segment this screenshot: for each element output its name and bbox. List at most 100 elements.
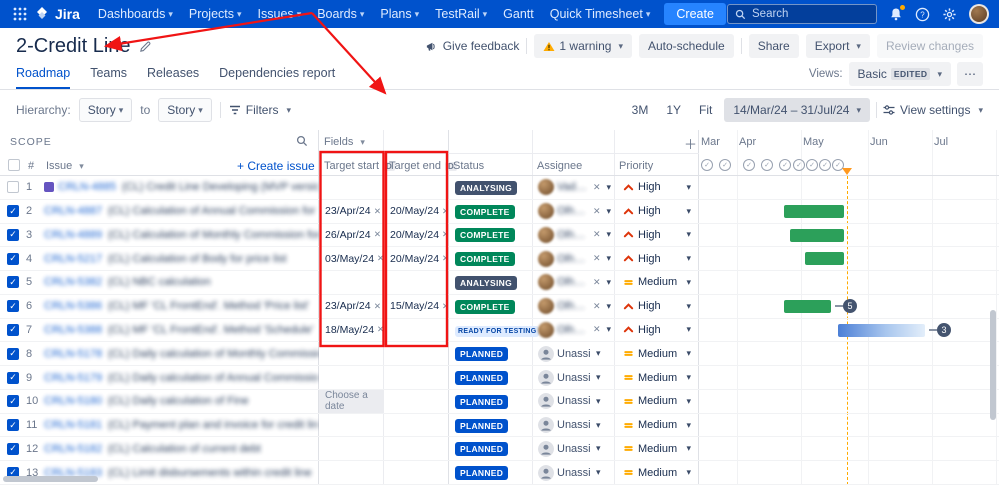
zoom-1y-button[interactable]: 1Y	[660, 99, 687, 121]
row-checkbox[interactable]: ✓	[0, 276, 26, 288]
issue-key[interactable]: CRLN-5178	[44, 348, 108, 360]
date-range-button[interactable]: 14/Mar/24 – 31/Jul/24▾	[724, 98, 870, 122]
clear-assignee-icon[interactable]: ✕	[593, 301, 601, 312]
assignee-cell[interactable]: Unassign…▾	[533, 417, 615, 433]
search-input[interactable]	[752, 8, 862, 20]
assignee-column-header[interactable]: Assignee	[537, 160, 582, 172]
gantt-bar[interactable]	[784, 300, 831, 313]
status-cell[interactable]: PLANNED	[449, 370, 533, 385]
jira-logo[interactable]: Jira	[34, 6, 80, 22]
nav-menu-plans[interactable]: Plans▾	[372, 2, 427, 26]
issue-key[interactable]: CRLN-5179	[44, 372, 108, 384]
sprint-check-icon[interactable]: ✓	[761, 159, 773, 171]
priority-cell[interactable]: Medium▾	[615, 276, 699, 288]
clear-date-icon[interactable]: ✕	[374, 229, 381, 240]
target-start-cell[interactable]: 23/Apr/24✕	[319, 295, 384, 318]
nav-menu-projects[interactable]: Projects▾	[181, 2, 250, 26]
issue-summary[interactable]: (CL) Limit disbursements within credit l…	[108, 467, 319, 479]
add-column-plus-icon[interactable]: ＋	[684, 134, 697, 153]
zoom-3m-button[interactable]: 3M	[626, 99, 655, 121]
nav-menu-gantt[interactable]: Gantt	[495, 2, 542, 26]
status-cell[interactable]: PLANNED	[449, 465, 533, 480]
gantt-bar[interactable]	[784, 205, 844, 218]
row-checkbox[interactable]: ✓	[0, 443, 26, 455]
assignee-cell[interactable]: Unassign…▾	[533, 441, 615, 457]
assignee-cell[interactable]: Olh…✕▾	[533, 298, 615, 314]
issue-key[interactable]: CRLN-5386	[44, 300, 108, 312]
target-end-cell[interactable]	[384, 414, 449, 437]
hierarchy-to-select[interactable]: Story▾	[158, 98, 212, 122]
issue-summary[interactable]: (CL) Calculation of Monthly Commission f…	[108, 229, 319, 241]
issue-key[interactable]: CRLN-5382	[44, 276, 108, 288]
sprint-check-icon[interactable]: ✓	[779, 159, 791, 171]
gantt-bar[interactable]	[805, 252, 844, 265]
clear-assignee-icon[interactable]: ✕	[593, 277, 601, 288]
user-avatar[interactable]	[969, 4, 989, 24]
issue-summary[interactable]: (CL) Calculation of Annual Commission fo…	[108, 205, 319, 217]
status-cell[interactable]: READY FOR TESTING	[449, 322, 533, 337]
target-start-cell[interactable]: 26/Apr/24✕	[319, 224, 384, 247]
sprint-check-icon[interactable]: ✓	[793, 159, 805, 171]
help-icon[interactable]: ?	[915, 7, 930, 22]
target-end-cell[interactable]: 20/May/24✕	[384, 224, 449, 247]
priority-cell[interactable]: Medium▾	[615, 348, 699, 360]
gantt-bar[interactable]	[790, 229, 844, 242]
issue-summary[interactable]: (CL) Payment plan and invoice for credit…	[108, 419, 319, 431]
nav-menu-testrail[interactable]: TestRail▾	[427, 2, 495, 26]
assignee-cell[interactable]: Unassign…▾	[533, 465, 615, 481]
assignee-cell[interactable]: Unassign…▾	[533, 393, 615, 409]
timeline-cell[interactable]	[699, 366, 999, 389]
priority-cell[interactable]: Medium▾	[615, 372, 699, 384]
row-checkbox[interactable]: ✓	[0, 395, 26, 407]
target-start-cell[interactable]	[319, 414, 384, 437]
assignee-cell[interactable]: Unassign…▾	[533, 346, 615, 362]
issue-summary[interactable]: (CL) Credit Line Developing (MVP version…	[122, 181, 319, 193]
target-end-cell[interactable]: 20/May/24✕	[384, 200, 449, 223]
horizontal-scrollbar[interactable]	[3, 476, 98, 482]
issue-key[interactable]: CRLN-5181	[44, 419, 108, 431]
row-checkbox[interactable]: ✓	[0, 372, 26, 384]
timeline-cell[interactable]	[699, 390, 999, 413]
sprint-check-icon[interactable]: ✓	[819, 159, 831, 171]
timeline-cell[interactable]	[699, 461, 999, 484]
issue-key[interactable]: CRLN-4885	[58, 181, 122, 193]
priority-cell[interactable]: Medium▾	[615, 443, 699, 455]
target-end-column-header[interactable]: Target endD	[389, 160, 457, 172]
status-cell[interactable]: PLANNED	[449, 346, 533, 361]
nav-menu-boards[interactable]: Boards▾	[309, 2, 372, 26]
review-changes-button[interactable]: Review changes	[877, 34, 983, 58]
timeline-cell[interactable]: 3	[699, 319, 999, 342]
status-cell[interactable]: COMPLETE	[449, 299, 533, 314]
target-end-cell[interactable]	[384, 176, 449, 199]
row-checkbox[interactable]	[0, 181, 26, 193]
sprint-check-icon[interactable]: ✓	[743, 159, 755, 171]
priority-cell[interactable]: High▾	[615, 205, 699, 217]
target-end-cell[interactable]	[384, 390, 449, 413]
assignee-cell[interactable]: Olh…✕▾	[533, 274, 615, 290]
target-start-cell[interactable]: 23/Apr/24✕	[319, 200, 384, 223]
issue-summary[interactable]: (CL) NBC calculation	[108, 276, 319, 288]
issue-summary[interactable]: (CL) MF 'CL FrontEnd'. Method 'Price lis…	[108, 300, 319, 312]
issue-summary[interactable]: (CL) Daily calculation of Fine	[108, 395, 319, 407]
row-checkbox[interactable]: ✓	[0, 205, 26, 217]
settings-gear-icon[interactable]	[942, 7, 957, 22]
issue-key[interactable]: CRLN-5180	[44, 395, 108, 407]
issue-key[interactable]: CRLN-4887	[44, 205, 108, 217]
status-cell[interactable]: COMPLETE	[449, 251, 533, 266]
zoom-fit-button[interactable]: Fit	[693, 99, 718, 121]
issue-summary[interactable]: (CL) Daily calculation of Monthly Commis…	[108, 348, 319, 360]
issue-key[interactable]: CRLN-5388	[44, 324, 108, 336]
today-marker-icon[interactable]	[842, 168, 852, 175]
share-button[interactable]: Share	[749, 34, 799, 58]
issue-key[interactable]: CRLN-4889	[44, 229, 108, 241]
assignee-cell[interactable]: Olh…✕▾	[533, 322, 615, 338]
status-cell[interactable]: ANALYSING	[449, 180, 533, 195]
timeline-cell[interactable]	[699, 271, 999, 294]
timeline-cell[interactable]	[699, 176, 999, 199]
target-start-column-header[interactable]: Target startD	[324, 160, 395, 172]
more-options-button[interactable]: ⋯	[957, 62, 983, 86]
create-button[interactable]: Create	[664, 3, 726, 25]
target-end-cell[interactable]	[384, 437, 449, 460]
scope-search-icon[interactable]	[296, 135, 308, 147]
row-checkbox[interactable]: ✓	[0, 348, 26, 360]
